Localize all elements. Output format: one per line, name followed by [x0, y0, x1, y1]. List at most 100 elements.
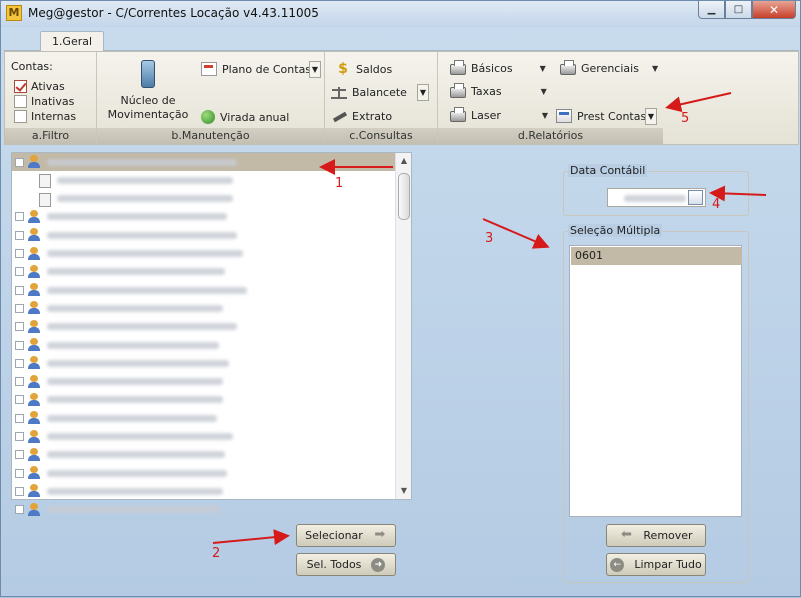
user-icon [27, 429, 41, 444]
tree-row[interactable] [12, 318, 395, 336]
filter-internas[interactable]: Internas [14, 110, 76, 123]
close-button[interactable]: ✕ [752, 1, 796, 19]
tree-row[interactable] [12, 336, 395, 354]
plano-contas-dropdown[interactable]: ▼ [309, 61, 321, 78]
filter-inativas[interactable]: Inativas [14, 95, 74, 108]
tree-row[interactable] [12, 409, 395, 427]
tree-row[interactable] [12, 482, 395, 500]
app-logo-icon: M [6, 5, 22, 21]
minimize-button[interactable]: ▁ [698, 1, 725, 19]
checkbox-icon[interactable] [14, 95, 27, 108]
collapse-icon[interactable] [15, 157, 24, 167]
maximize-button[interactable]: □ [725, 1, 752, 19]
checkbox-checked-icon[interactable] [14, 80, 27, 93]
balancete-dropdown[interactable]: ▼ [417, 84, 429, 101]
tree-row[interactable] [12, 428, 395, 446]
user-icon [27, 155, 41, 169]
group-label-filtro: a.Filtro [5, 128, 96, 144]
nucleo-movimentacao-button[interactable]: Núcleo de Movimentação [105, 60, 191, 122]
annotation-5: 5 [681, 111, 690, 126]
plano-contas-button[interactable]: Plano de Contas [201, 62, 311, 76]
expand-icon[interactable] [15, 505, 24, 515]
taxas-button[interactable]: Taxas ▼ [450, 83, 547, 98]
calendar-icon[interactable] [688, 190, 703, 205]
expand-icon[interactable] [15, 303, 24, 313]
tree-row[interactable] [12, 281, 395, 299]
chevron-down-icon[interactable]: ▼ [542, 111, 548, 120]
ribbon-toolbar: Contas: Ativas Inativas Internas a.Filtr… [4, 51, 799, 145]
selecionar-button[interactable]: Selecionar ➡ [296, 524, 396, 547]
selecao-list[interactable]: 0601 [569, 245, 742, 517]
redacted-account-name [47, 158, 237, 166]
balancete-label: Balancete [352, 85, 407, 99]
tree-row[interactable] [12, 153, 395, 171]
tree-row[interactable] [12, 226, 395, 244]
chevron-down-icon[interactable]: ▼ [652, 64, 658, 73]
saldos-button[interactable]: $ Saldos [335, 62, 392, 76]
redacted-account-name [47, 231, 237, 239]
tree-row[interactable] [12, 391, 395, 409]
expand-icon[interactable] [15, 432, 24, 441]
tree-row[interactable] [12, 501, 395, 519]
accounts-tree[interactable]: ▲ ▼ [11, 152, 412, 516]
expand-icon[interactable] [15, 340, 24, 350]
expand-icon[interactable] [15, 285, 24, 295]
chevron-down-icon[interactable]: ▼ [541, 87, 547, 96]
expand-icon[interactable] [15, 413, 24, 423]
expand-icon[interactable] [15, 377, 24, 387]
expand-icon[interactable] [15, 395, 24, 405]
scroll-up-icon[interactable]: ▲ [396, 153, 412, 169]
scroll-down-icon[interactable]: ▼ [396, 483, 412, 499]
tree-row[interactable] [12, 208, 395, 226]
user-icon [27, 283, 41, 297]
tree-row[interactable] [12, 373, 395, 391]
group-manutencao: Núcleo de Movimentação Plano de Contas ▼… [97, 52, 325, 144]
user-icon [27, 447, 41, 462]
expand-icon[interactable] [15, 358, 24, 368]
basicos-button[interactable]: Básicos ▼ [450, 60, 546, 75]
sel-todos-button[interactable]: Sel. Todos ➜ [296, 553, 396, 576]
prest-contas-dropdown[interactable]: ▼ [645, 108, 657, 125]
pencil-icon [331, 109, 347, 123]
checkbox-icon[interactable] [14, 110, 27, 123]
user-icon [27, 502, 41, 517]
filter-ativas[interactable]: Ativas [14, 80, 65, 93]
laser-button[interactable]: Laser ▼ [450, 107, 548, 122]
chevron-down-icon[interactable]: ▼ [540, 64, 546, 73]
tree-row[interactable] [12, 190, 395, 208]
expand-icon[interactable] [15, 212, 24, 222]
expand-icon[interactable] [15, 230, 24, 240]
basicos-label: Básicos [471, 62, 513, 75]
data-contabil-input[interactable] [607, 188, 706, 207]
expand-icon[interactable] [15, 468, 24, 478]
expand-icon[interactable] [15, 322, 24, 332]
tree-row[interactable] [12, 263, 395, 281]
tab-geral[interactable]: 1.Geral [40, 31, 104, 52]
virada-anual-button[interactable]: Virada anual [201, 110, 289, 124]
prest-contas-button[interactable]: Prest Contas [556, 109, 646, 123]
limpar-tudo-button[interactable]: ← Limpar Tudo [606, 553, 706, 576]
tree-row[interactable] [12, 464, 395, 482]
remover-button[interactable]: ⬅ Remover [606, 524, 706, 547]
user-icon [27, 392, 41, 407]
list-item[interactable]: 0601 [571, 247, 742, 265]
expand-icon[interactable] [15, 267, 24, 277]
scroll-thumb[interactable] [398, 173, 410, 220]
redacted-account-name [47, 506, 221, 514]
expand-icon[interactable] [15, 249, 24, 258]
user-icon [27, 374, 41, 389]
expand-icon[interactable] [15, 450, 24, 460]
tree-row[interactable] [12, 354, 395, 372]
expand-icon[interactable] [15, 486, 24, 496]
extrato-button[interactable]: Extrato [331, 109, 392, 123]
balancete-button[interactable]: Balancete [331, 85, 407, 99]
gerenciais-button[interactable]: Gerenciais ▼ [560, 60, 658, 75]
tree-row[interactable] [12, 299, 395, 317]
title-bar: M Meg@gestor - C/Correntes Locação v4.43… [1, 1, 800, 27]
tree-row[interactable] [12, 446, 395, 464]
limpar-tudo-label: Limpar Tudo [634, 558, 702, 571]
tree-scrollbar[interactable]: ▲ ▼ [395, 153, 411, 499]
tree-row[interactable] [12, 245, 395, 263]
user-icon [27, 466, 41, 480]
redacted-account-name [47, 487, 223, 495]
